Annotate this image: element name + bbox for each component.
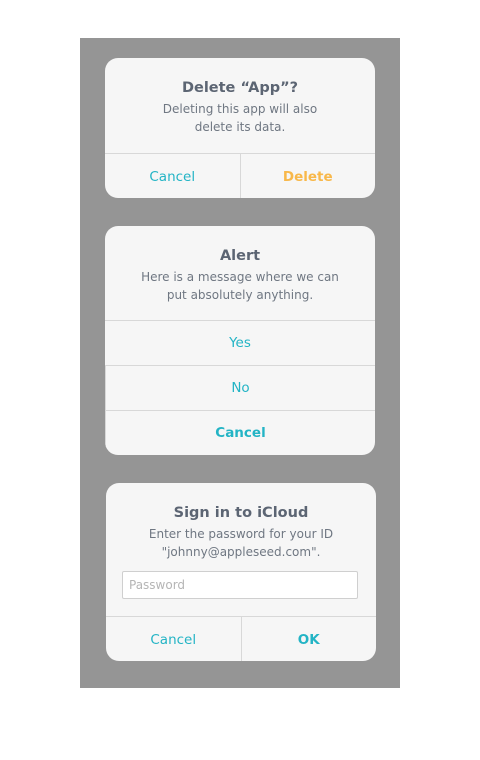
no-button[interactable]: No bbox=[105, 365, 375, 410]
alert-button-stack: Yes No Cancel bbox=[105, 320, 375, 455]
signin-alert: Sign in to iCloud Enter the password for… bbox=[106, 483, 376, 661]
delete-app-alert: Delete “App”? Deleting this app will als… bbox=[105, 58, 375, 198]
alert-header: Sign in to iCloud Enter the password for… bbox=[106, 483, 376, 561]
alert-message: Enter the password for your ID "johnny@a… bbox=[148, 527, 334, 559]
yes-button[interactable]: Yes bbox=[105, 320, 375, 365]
delete-button[interactable]: Delete bbox=[239, 154, 376, 198]
password-field[interactable] bbox=[122, 571, 358, 599]
cancel-button[interactable]: Cancel bbox=[105, 410, 375, 455]
alert-message: Here is a message where we can put absol… bbox=[141, 270, 339, 302]
ok-button[interactable]: OK bbox=[240, 617, 377, 661]
alert-title: Sign in to iCloud bbox=[173, 505, 309, 521]
alert-button-row: Cancel OK bbox=[106, 616, 376, 661]
alert-title: Delete “App”? bbox=[181, 80, 299, 96]
alert-title: Alert bbox=[219, 248, 261, 264]
cancel-button[interactable]: Cancel bbox=[106, 617, 241, 661]
alert-message: Deleting this app will also delete its d… bbox=[162, 102, 318, 134]
alert-header: Alert Here is a message where we can put… bbox=[105, 226, 375, 304]
alert-header: Delete “App”? Deleting this app will als… bbox=[105, 58, 375, 136]
alert-button-row: Cancel Delete bbox=[105, 153, 375, 198]
generic-alert: Alert Here is a message where we can put… bbox=[105, 226, 375, 455]
cancel-button[interactable]: Cancel bbox=[105, 154, 240, 198]
